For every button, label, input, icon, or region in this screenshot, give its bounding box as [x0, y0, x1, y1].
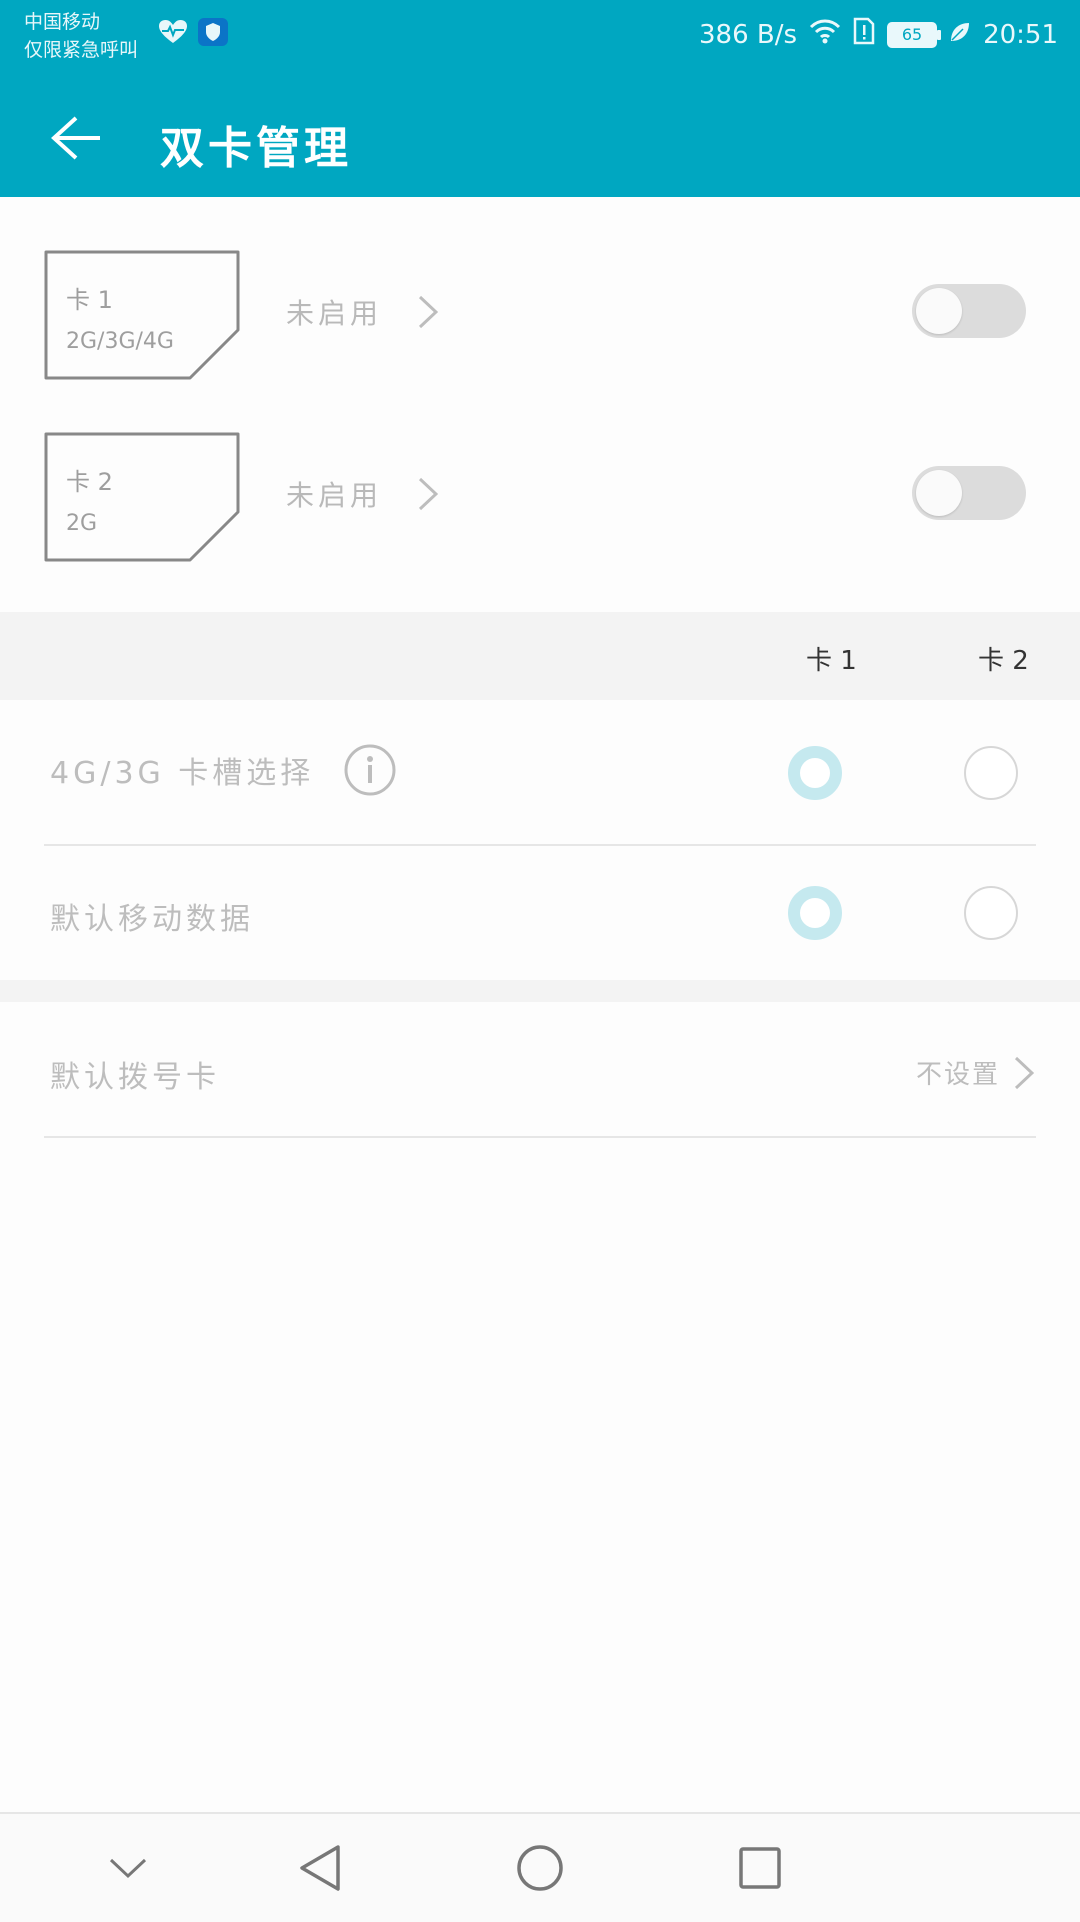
- card-column-header: 卡 1 卡 2: [0, 612, 1080, 700]
- chevron-right-icon: [418, 477, 439, 511]
- sim-name: 卡 1: [66, 286, 113, 314]
- slot-select-radio-card2[interactable]: [964, 746, 1018, 800]
- chevron-right-icon: [1014, 1056, 1034, 1089]
- default-data-label: 默认移动数据: [50, 902, 254, 937]
- system-nav-bar: [0, 1812, 1080, 1922]
- chevron-down-icon: [109, 1858, 147, 1879]
- wifi-icon: [809, 18, 841, 51]
- carrier-name: 中国移动: [24, 11, 101, 33]
- nav-back-button[interactable]: [288, 1836, 352, 1900]
- security-shield-icon: [198, 18, 228, 46]
- slot-select-label: 4G/3G 卡槽选择: [50, 756, 315, 791]
- section-gap: [0, 980, 1080, 1002]
- sim-network: 2G/3G/4G: [66, 329, 174, 354]
- page-title: 双卡管理: [160, 123, 352, 174]
- sim-status-label: 未启用: [286, 297, 383, 330]
- default-data-radio-card1[interactable]: [788, 886, 842, 940]
- slot-select-row: 4G/3G 卡槽选择: [0, 700, 1080, 840]
- divider: [44, 1136, 1036, 1138]
- battery-icon: 65: [887, 21, 942, 48]
- sim-1-toggle[interactable]: [912, 284, 1026, 338]
- sim-card-1: 卡 1 2G/3G/4G: [44, 250, 240, 380]
- carrier-info: 中国移动 仅限紧急呼叫: [24, 8, 138, 64]
- sim-network: 2G: [66, 511, 98, 536]
- sim-status-label: 未启用: [286, 479, 383, 512]
- sim-row-1: 卡 1 2G/3G/4G 未启用: [0, 198, 1080, 380]
- slot-select-label-group: 4G/3G 卡槽选择: [50, 744, 396, 796]
- nav-recents-button[interactable]: [728, 1836, 792, 1900]
- sim-alert-icon: [853, 17, 875, 52]
- column-card-2: 卡 2: [978, 646, 1029, 676]
- sim-name: 卡 2: [66, 468, 113, 496]
- status-bar: 中国移动 仅限紧急呼叫 386 B/s 65 20:51: [0, 0, 1080, 68]
- square-recents-icon: [739, 1847, 781, 1889]
- status-icons-left: [158, 18, 228, 46]
- default-dial-row[interactable]: 默认拨号卡 不设置: [0, 1002, 1080, 1136]
- network-speed: 386 B/s: [699, 19, 798, 50]
- sim-1-status-link[interactable]: 未启用: [286, 292, 439, 332]
- default-data-row: 默认移动数据: [0, 846, 1080, 986]
- sim-card-2: 卡 2 2G: [44, 432, 240, 562]
- chevron-right-icon: [418, 295, 439, 329]
- arrow-left-icon: [51, 116, 100, 160]
- toggle-knob: [916, 470, 962, 516]
- default-data-radio-card2[interactable]: [964, 886, 1018, 940]
- circle-home-icon: [517, 1845, 563, 1891]
- sim-row-2: 卡 2 2G 未启用: [0, 380, 1080, 562]
- column-card-1: 卡 1: [806, 646, 857, 676]
- sim-2-status-link[interactable]: 未启用: [286, 474, 439, 514]
- default-dial-value-group: 不设置: [916, 1054, 1034, 1091]
- clock: 20:51: [983, 19, 1058, 50]
- toolbar: 双卡管理: [0, 98, 1080, 178]
- health-heart-icon: [158, 18, 188, 46]
- back-button[interactable]: [44, 106, 108, 170]
- carrier-status: 仅限紧急呼叫: [24, 39, 139, 61]
- info-icon[interactable]: [344, 744, 396, 796]
- app-header: 中国移动 仅限紧急呼叫 386 B/s 65 20:51 双卡管理: [0, 0, 1080, 197]
- nav-home-button[interactable]: [508, 1836, 572, 1900]
- default-dial-label: 默认拨号卡: [50, 1060, 220, 1095]
- sim-card-text: 卡 2 2G: [66, 462, 113, 536]
- default-dial-value: 不设置: [915, 1060, 1000, 1090]
- sim-2-toggle[interactable]: [912, 466, 1026, 520]
- toggle-knob: [916, 288, 962, 334]
- leaf-icon: [949, 20, 971, 50]
- slot-select-radio-card1[interactable]: [788, 746, 842, 800]
- nav-hide-button[interactable]: [96, 1836, 160, 1900]
- triangle-back-icon: [300, 1845, 340, 1891]
- battery-level: 65: [901, 25, 923, 44]
- sim-card-text: 卡 1 2G/3G/4G: [66, 280, 174, 354]
- status-right: 386 B/s 65 20:51: [699, 17, 1058, 52]
